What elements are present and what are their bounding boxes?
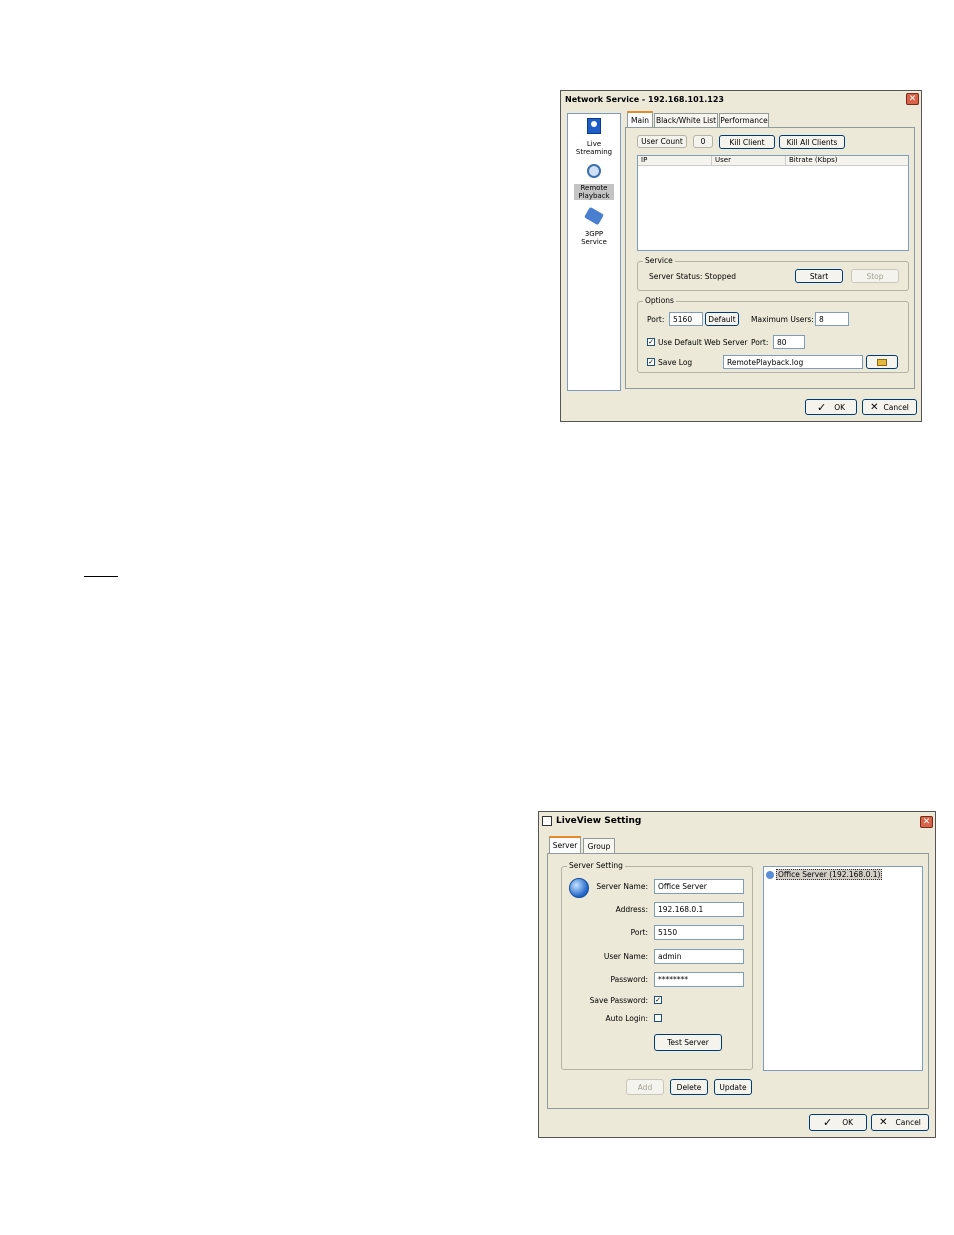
options-group-title: Options: [643, 296, 676, 305]
x-icon: ✕: [870, 401, 879, 413]
port-label: Port:: [630, 928, 648, 937]
ok-label: OK: [834, 402, 846, 412]
server-name-field[interactable]: Office Server: [654, 879, 744, 894]
column-header-bitrate[interactable]: Bitrate (Kbps): [786, 156, 908, 166]
live-streaming-icon: [587, 118, 601, 134]
save-password-label: Save Password:: [589, 996, 648, 1005]
server-status: Server Status: Stopped: [649, 272, 736, 281]
user-count-value: 0: [693, 135, 713, 148]
username-field[interactable]: admin: [654, 949, 744, 964]
user-count-label: User Count: [637, 135, 687, 148]
app-icon: [542, 816, 552, 826]
username-label: User Name:: [603, 952, 648, 961]
server-name-label: Server Name:: [596, 882, 648, 891]
service-sidebar: Live Streaming Remote Playback 3GPP Serv…: [567, 113, 621, 391]
sidebar-item-remote-playback[interactable]: Remote Playback: [568, 162, 620, 204]
dialog-title: Network Service - 192.168.101.123: [565, 94, 724, 104]
password-label: Password:: [610, 975, 648, 984]
folder-icon: [877, 358, 887, 366]
ok-button[interactable]: ✓ OK: [805, 399, 857, 415]
ok-button[interactable]: ✓ OK: [809, 1114, 867, 1131]
server-node-icon: [766, 870, 774, 879]
add-button[interactable]: Add: [626, 1079, 664, 1095]
browse-folder-button[interactable]: [866, 355, 898, 369]
stop-button[interactable]: Stop: [851, 269, 899, 283]
close-button[interactable]: ✕: [920, 816, 933, 828]
auto-login-label: Auto Login:: [605, 1014, 648, 1023]
port-label: Port:: [647, 315, 665, 324]
cancel-label: Cancel: [895, 1118, 921, 1127]
server-setting-title: Server Setting: [567, 861, 625, 870]
password-field[interactable]: ********: [654, 972, 744, 987]
delete-button[interactable]: Delete: [670, 1079, 708, 1095]
cancel-button[interactable]: ✕ Cancel: [871, 1114, 929, 1131]
save-password-checkbox[interactable]: ✓: [654, 996, 662, 1004]
title-bar: Network Service - 192.168.101.123 ✕: [561, 91, 921, 107]
sidebar-label: Playback: [574, 192, 614, 200]
sidebar-item-3gpp-service[interactable]: 3GPP Service: [568, 206, 620, 250]
x-icon: ✕: [879, 1117, 888, 1128]
3gpp-phone-icon: [584, 206, 604, 226]
auto-login-checkbox[interactable]: [654, 1014, 662, 1022]
cancel-label: Cancel: [883, 402, 909, 412]
server-tree[interactable]: Office Server (192.168.0.1): [763, 866, 923, 1071]
web-port-label: Port:: [751, 338, 769, 347]
liveview-setting-dialog: LiveView Setting ✕ Server Group Server S…: [538, 811, 936, 1138]
checkmark-icon: ✓: [822, 1116, 833, 1129]
save-log-label: Save Log: [658, 358, 693, 367]
tree-item-office-server[interactable]: Office Server (192.168.0.1): [766, 869, 883, 880]
sidebar-label: Remote: [574, 184, 614, 192]
remote-playback-icon: [587, 164, 601, 178]
max-users-label: Maximum Users:: [751, 315, 814, 324]
save-log-checkbox[interactable]: ✓: [647, 358, 655, 366]
sidebar-item-live-streaming[interactable]: Live Streaming: [568, 116, 620, 158]
use-default-web-label: Use Default Web Server: [658, 338, 748, 347]
sidebar-label: Service: [581, 238, 607, 246]
close-button[interactable]: ✕: [906, 93, 919, 105]
sidebar-label: Live: [586, 140, 602, 148]
port-field[interactable]: 5150: [654, 925, 744, 940]
sidebar-label: Streaming: [575, 148, 613, 156]
web-port-field[interactable]: 80: [773, 335, 805, 349]
sidebar-label: 3GPP: [584, 230, 604, 238]
column-header-user[interactable]: User: [712, 156, 786, 166]
use-default-web-checkbox[interactable]: ✓: [647, 338, 655, 346]
port-field[interactable]: 5160: [669, 312, 703, 326]
start-button[interactable]: Start: [795, 269, 843, 283]
column-header-ip[interactable]: IP: [638, 156, 712, 166]
tree-item-label: Office Server (192.168.0.1): [776, 869, 883, 880]
title-bar: LiveView Setting ✕: [539, 812, 935, 830]
test-server-button[interactable]: Test Server: [654, 1034, 722, 1051]
dialog-title: LiveView Setting: [556, 816, 642, 826]
address-field[interactable]: 192.168.0.1: [654, 902, 744, 917]
tab-black-white-list[interactable]: Black/White List: [654, 113, 718, 127]
kill-client-button[interactable]: Kill Client: [719, 135, 775, 149]
address-label: Address:: [615, 905, 648, 914]
update-button[interactable]: Update: [714, 1079, 752, 1095]
cancel-button[interactable]: ✕ Cancel: [862, 399, 917, 415]
tab-group[interactable]: Group: [583, 838, 615, 853]
max-users-field[interactable]: 8: [815, 312, 849, 326]
default-button[interactable]: Default: [705, 312, 739, 326]
underline-mark: [84, 576, 118, 577]
service-group-title: Service: [643, 256, 675, 265]
globe-icon: [569, 878, 589, 898]
checkmark-icon: ✓: [816, 400, 827, 414]
client-list[interactable]: IP User Bitrate (Kbps): [637, 155, 909, 251]
ok-label: OK: [842, 1118, 854, 1127]
network-service-dialog: Network Service - 192.168.101.123 ✕ Live…: [560, 90, 922, 422]
kill-all-clients-button[interactable]: Kill All Clients: [779, 135, 845, 149]
tab-server[interactable]: Server: [549, 836, 581, 853]
log-file-field[interactable]: RemotePlayback.log: [723, 355, 863, 369]
tab-main[interactable]: Main: [627, 111, 653, 127]
tab-performance[interactable]: Performance: [719, 113, 769, 127]
